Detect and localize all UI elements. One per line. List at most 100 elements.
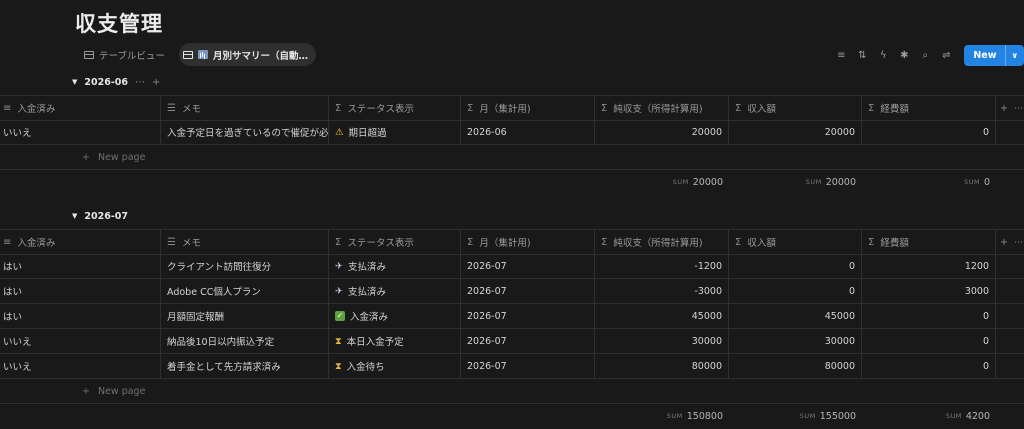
expense-cell[interactable]: 3000	[862, 279, 996, 303]
status-cell[interactable]: ✓ 入金済み	[329, 304, 461, 328]
add-column-icon[interactable]: +	[1000, 103, 1008, 114]
tab-table-view[interactable]: テーブルビュー	[80, 43, 173, 66]
tab-monthly-summary[interactable]: 月別サマリー（自動…	[178, 43, 316, 66]
filter-icon[interactable]: ≡	[834, 50, 848, 61]
add-icon[interactable]: +	[152, 77, 160, 88]
income-cell[interactable]: 0	[729, 254, 862, 278]
column-header[interactable]: ≡ 入金済み	[0, 230, 161, 254]
sum-value: 20000	[692, 176, 723, 188]
paid-cell[interactable]: いいえ	[0, 329, 161, 353]
automation-icon[interactable]: ϟ	[876, 50, 890, 61]
table-row[interactable]: いいえ 着手金として先方請求済み ⧗ 入金待ち 2026-07 80000 80000 0	[0, 354, 1024, 379]
sum-income[interactable]: SUM 20000	[729, 170, 862, 194]
memo-cell[interactable]: 着手金として先方請求済み	[161, 354, 329, 378]
memo-cell[interactable]: 月額固定報酬	[161, 304, 329, 328]
column-header[interactable]: Σ 月（集計用)	[461, 230, 595, 254]
sum-net[interactable]: SUM 20000	[595, 170, 729, 194]
income-cell[interactable]: 30000	[729, 329, 862, 353]
sort-icon[interactable]: ⇅	[855, 50, 869, 61]
more-icon[interactable]: ⋯	[1014, 237, 1024, 248]
month-cell[interactable]: 2026-06	[461, 120, 595, 144]
column-header[interactable]: Σ 経費額	[862, 96, 996, 120]
ai-sparkle-icon[interactable]: ✱	[897, 50, 911, 61]
net-cell[interactable]: -1200	[595, 254, 729, 278]
table-row[interactable]: はい Adobe CC個人プラン ✈ 支払済み 2026-07 -3000 0 3000	[0, 279, 1024, 304]
income-value: 0	[848, 285, 855, 297]
table-row[interactable]: いいえ 入金予定日を過ぎているので催促が必要 ⚠ 期日超過 2026-06 20000 20…	[0, 120, 1024, 145]
memo-cell[interactable]: クライアント訪問往復分	[161, 254, 329, 278]
more-icon[interactable]: ⋯	[135, 77, 145, 88]
column-header[interactable]: ☰ メモ	[161, 230, 329, 254]
new-page-button[interactable]: + New page	[82, 145, 145, 169]
expense-cell[interactable]: 0	[862, 304, 996, 328]
new-page-button[interactable]: + New page	[82, 379, 145, 403]
expense-cell[interactable]: 0	[862, 354, 996, 378]
month-cell[interactable]: 2026-07	[461, 304, 595, 328]
paid-cell[interactable]: はい	[0, 279, 161, 303]
group-header[interactable]: ▼ 2026-07	[72, 208, 128, 224]
table-row[interactable]: はい 月額固定報酬 ✓ 入金済み 2026-07 45000 45000 0	[0, 304, 1024, 329]
net-cell[interactable]: 80000	[595, 354, 729, 378]
group-header[interactable]: ▼ 2026-06 ⋯ +	[72, 74, 160, 90]
income-cell[interactable]: 80000	[729, 354, 862, 378]
paid-cell[interactable]: いいえ	[0, 354, 161, 378]
column-header[interactable]: Σ ステータス表示	[329, 230, 461, 254]
expense-cell[interactable]: 0	[862, 120, 996, 144]
column-header[interactable]: Σ 純収支（所得計算用)	[595, 96, 729, 120]
memo-cell[interactable]: 入金予定日を過ぎているので催促が必要	[161, 120, 329, 144]
chevron-down-icon[interactable]: ∨	[1004, 45, 1024, 66]
status-value: 支払済み	[347, 262, 386, 273]
status-cell[interactable]: ⚠ 期日超過	[329, 120, 461, 144]
memo-cell[interactable]: 納品後10日以内振込予定	[161, 329, 329, 353]
memo-cell[interactable]: Adobe CC個人プラン	[161, 279, 329, 303]
new-button[interactable]: New ∨	[964, 45, 1024, 66]
sum-expense[interactable]: SUM 0	[862, 170, 996, 194]
column-header[interactable]: ≡ 入金済み	[0, 96, 161, 120]
table-row[interactable]: はい クライアント訪問往復分 ✈ 支払済み 2026-07 -1200 0 1200	[0, 254, 1024, 279]
expense-cell[interactable]: 1200	[862, 254, 996, 278]
collapse-triangle-icon[interactable]: ▼	[72, 78, 77, 86]
income-cell[interactable]: 45000	[729, 304, 862, 328]
status-cell[interactable]: ✈ 支払済み	[329, 254, 461, 278]
month-cell[interactable]: 2026-07	[461, 329, 595, 353]
paid-cell[interactable]: はい	[0, 304, 161, 328]
income-value: 45000	[824, 310, 855, 322]
column-header[interactable]: ☰ メモ	[161, 96, 329, 120]
column-header[interactable]: Σ 収入額	[729, 230, 862, 254]
expense-cell[interactable]: 0	[862, 329, 996, 353]
column-header[interactable]: Σ 月（集計用)	[461, 96, 595, 120]
sum-label: SUM	[672, 178, 689, 186]
income-cell[interactable]: 0	[729, 279, 862, 303]
settings-icon[interactable]: ⇌	[939, 50, 953, 61]
net-cell[interactable]: 30000	[595, 329, 729, 353]
net-cell[interactable]: 20000	[595, 120, 729, 144]
more-icon[interactable]: ⋯	[1014, 103, 1024, 114]
sum-row: SUM 150800 SUM 155000 SUM 4200	[0, 403, 1024, 428]
column-header[interactable]: Σ ステータス表示	[329, 96, 461, 120]
column-header[interactable]: Σ 経費額	[862, 230, 996, 254]
column-header[interactable]: Σ 収入額	[729, 96, 862, 120]
search-icon[interactable]: ⌕	[918, 50, 932, 61]
column-header-label: 純収支（所得計算用)	[613, 238, 703, 249]
month-cell[interactable]: 2026-07	[461, 254, 595, 278]
status-cell[interactable]: ⧗ 本日入金予定	[329, 329, 461, 353]
sum-value: 0	[983, 176, 990, 188]
sum-income[interactable]: SUM 155000	[729, 404, 862, 428]
column-header-label: メモ	[181, 104, 201, 115]
net-cell[interactable]: 45000	[595, 304, 729, 328]
sum-row: SUM 20000 SUM 20000 SUM 0	[0, 169, 1024, 194]
month-cell[interactable]: 2026-07	[461, 279, 595, 303]
collapse-triangle-icon[interactable]: ▼	[72, 212, 77, 220]
sum-net[interactable]: SUM 150800	[595, 404, 729, 428]
sum-expense[interactable]: SUM 4200	[862, 404, 996, 428]
add-column-icon[interactable]: +	[1000, 237, 1008, 248]
table-row[interactable]: いいえ 納品後10日以内振込予定 ⧗ 本日入金予定 2026-07 30000 30000 0	[0, 329, 1024, 354]
month-cell[interactable]: 2026-07	[461, 354, 595, 378]
status-cell[interactable]: ⧗ 入金待ち	[329, 354, 461, 378]
column-header[interactable]: Σ 純収支（所得計算用)	[595, 230, 729, 254]
paid-cell[interactable]: いいえ	[0, 120, 161, 144]
income-cell[interactable]: 20000	[729, 120, 862, 144]
net-cell[interactable]: -3000	[595, 279, 729, 303]
paid-cell[interactable]: はい	[0, 254, 161, 278]
status-cell[interactable]: ✈ 支払済み	[329, 279, 461, 303]
